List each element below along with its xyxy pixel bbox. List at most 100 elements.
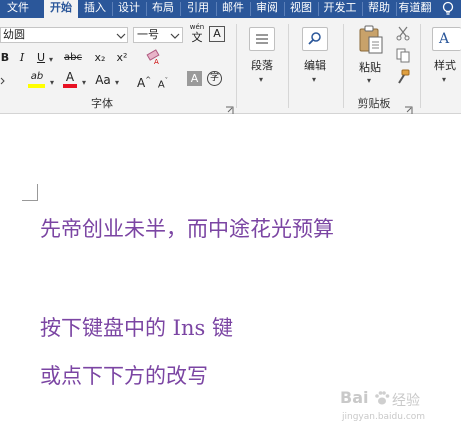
format-painter-icon bbox=[398, 69, 410, 84]
chevron-down-icon[interactable] bbox=[169, 28, 181, 42]
grow-font-label: A bbox=[137, 76, 146, 90]
font-size-combobox[interactable]: 一号 bbox=[133, 27, 183, 43]
font-color-button[interactable]: A bbox=[62, 71, 78, 89]
highlight-label: ab bbox=[30, 71, 44, 82]
tab-separator bbox=[284, 2, 285, 16]
chevron-down-icon[interactable]: ▾ bbox=[367, 77, 371, 85]
font-name-combobox[interactable]: 幼圆 bbox=[0, 27, 128, 43]
scissors-icon bbox=[396, 26, 410, 41]
watermark-url: jingyan.baidu.com bbox=[342, 412, 426, 422]
format-painter-button[interactable] bbox=[395, 69, 411, 85]
tab-developer[interactable]: 开发工 bbox=[320, 0, 360, 18]
baidu-jingyan-watermark: Bai 经验 jingyan.baidu.com bbox=[338, 388, 458, 428]
cut-button[interactable] bbox=[395, 25, 411, 41]
clipboard-group-label: 剪贴板 bbox=[357, 97, 391, 110]
font-size-value: 一号 bbox=[137, 28, 159, 41]
strikethrough-button[interactable]: abc bbox=[61, 51, 85, 65]
subscript-button[interactable]: x₂ bbox=[92, 51, 108, 65]
paste-label: 粘贴 bbox=[359, 61, 381, 74]
group-separator bbox=[343, 24, 344, 108]
paste-button[interactable] bbox=[357, 24, 385, 56]
tab-home[interactable]: 开始 bbox=[44, 0, 78, 18]
paw-icon bbox=[374, 390, 390, 406]
ribbon-home: 幼圆 一号 wén 文 A B I U ▾ abc x₂ x² A ab ▾ A bbox=[0, 18, 461, 114]
tab-separator bbox=[318, 2, 319, 16]
phonetic-char: 文 bbox=[191, 31, 203, 44]
text-effects-button[interactable] bbox=[0, 74, 8, 86]
highlight-color-button[interactable]: ab bbox=[27, 71, 47, 89]
character-border-button[interactable]: A bbox=[209, 26, 225, 42]
character-shading-button[interactable]: A bbox=[187, 71, 202, 86]
chevron-down-icon[interactable]: ▾ bbox=[259, 76, 263, 84]
eraser-icon: A bbox=[146, 49, 160, 66]
tab-separator bbox=[362, 2, 363, 16]
enclose-characters-button[interactable]: 字 bbox=[207, 71, 222, 86]
tab-youdao-translate[interactable]: 有道翻 bbox=[397, 0, 433, 18]
chevron-down-icon[interactable]: ▾ bbox=[49, 56, 53, 64]
tab-separator bbox=[180, 2, 181, 16]
italic-button[interactable]: I bbox=[17, 51, 27, 65]
group-separator bbox=[236, 24, 237, 108]
watermark-brand: Bai bbox=[340, 388, 369, 407]
highlight-color-swatch bbox=[28, 84, 45, 88]
chevron-down-icon[interactable]: ▾ bbox=[50, 79, 54, 87]
phonetic-pinyin: wén bbox=[189, 23, 205, 31]
change-case-button[interactable]: Aa bbox=[94, 73, 112, 87]
watermark-suffix: 经验 bbox=[392, 393, 420, 409]
styles-group-label: 样式 bbox=[434, 59, 456, 72]
tab-separator bbox=[112, 2, 113, 16]
tab-references[interactable]: 引用 bbox=[182, 0, 214, 18]
document-line-1[interactable]: 先帝创业未半，而中途花光预算 bbox=[40, 216, 334, 242]
editing-button[interactable] bbox=[302, 27, 328, 51]
paragraph-group-label: 段落 bbox=[251, 59, 273, 72]
clipboard-icon bbox=[359, 25, 383, 54]
phonetic-guide-button[interactable]: wén 文 bbox=[188, 23, 206, 45]
styles-button[interactable]: A bbox=[432, 27, 461, 51]
chevron-down-icon[interactable]: ▾ bbox=[312, 76, 316, 84]
paragraph-button[interactable] bbox=[249, 27, 275, 51]
tab-separator bbox=[216, 2, 217, 16]
search-icon bbox=[308, 32, 321, 45]
font-color-label: A bbox=[65, 70, 75, 84]
editing-group-label: 编辑 bbox=[304, 59, 326, 72]
tab-view[interactable]: 视图 bbox=[286, 0, 316, 18]
font-name-value: 幼圆 bbox=[3, 28, 25, 41]
document-line-3[interactable]: 或点下下方的改写 bbox=[40, 363, 208, 389]
tab-separator bbox=[250, 2, 251, 16]
chevron-down-icon[interactable]: ▾ bbox=[442, 76, 446, 84]
tab-review[interactable]: 审阅 bbox=[252, 0, 282, 18]
text-effects-icon bbox=[0, 77, 5, 85]
tab-mailings[interactable]: 邮件 bbox=[218, 0, 248, 18]
shrink-font-button[interactable]: Aˇ bbox=[156, 74, 170, 92]
tab-help[interactable]: 帮助 bbox=[364, 0, 394, 18]
paragraph-lines-icon bbox=[256, 34, 268, 44]
lightbulb-icon[interactable] bbox=[436, 0, 461, 18]
tab-file[interactable]: 文件 bbox=[0, 0, 36, 18]
grow-font-button[interactable]: A^ bbox=[137, 73, 151, 90]
document-line-2[interactable]: 按下键盘中的 Ins 键 bbox=[40, 315, 233, 341]
clipboard-dialog-launcher-icon[interactable] bbox=[404, 100, 413, 114]
superscript-button[interactable]: x² bbox=[114, 51, 130, 65]
font-dialog-launcher-icon[interactable] bbox=[225, 100, 234, 114]
styles-icon: A bbox=[439, 31, 450, 47]
font-group-label: 字体 bbox=[91, 97, 113, 110]
underline-button[interactable]: U bbox=[36, 51, 46, 65]
tab-separator bbox=[146, 2, 147, 16]
ribbon-tab-bar: 文件 开始 插入 设计 布局 引用 邮件 审阅 视图 开发工 帮助 有道翻 bbox=[0, 0, 461, 18]
clear-formatting-button[interactable]: A bbox=[145, 49, 163, 66]
tab-layout[interactable]: 布局 bbox=[148, 0, 178, 18]
chevron-down-icon[interactable] bbox=[115, 28, 127, 42]
svg-text:A: A bbox=[154, 58, 159, 65]
copy-icon bbox=[396, 48, 410, 63]
chevron-down-icon[interactable]: ▾ bbox=[82, 79, 86, 87]
margin-corner-mark bbox=[22, 184, 38, 201]
chevron-down-icon[interactable]: ▾ bbox=[115, 79, 119, 87]
group-separator bbox=[288, 24, 289, 108]
copy-button[interactable] bbox=[395, 47, 411, 63]
group-separator bbox=[420, 24, 421, 108]
bold-button[interactable]: B bbox=[0, 51, 10, 65]
tab-design[interactable]: 设计 bbox=[114, 0, 144, 18]
font-color-swatch bbox=[63, 84, 77, 88]
shrink-font-label: A bbox=[157, 79, 165, 91]
tab-insert[interactable]: 插入 bbox=[80, 0, 110, 18]
